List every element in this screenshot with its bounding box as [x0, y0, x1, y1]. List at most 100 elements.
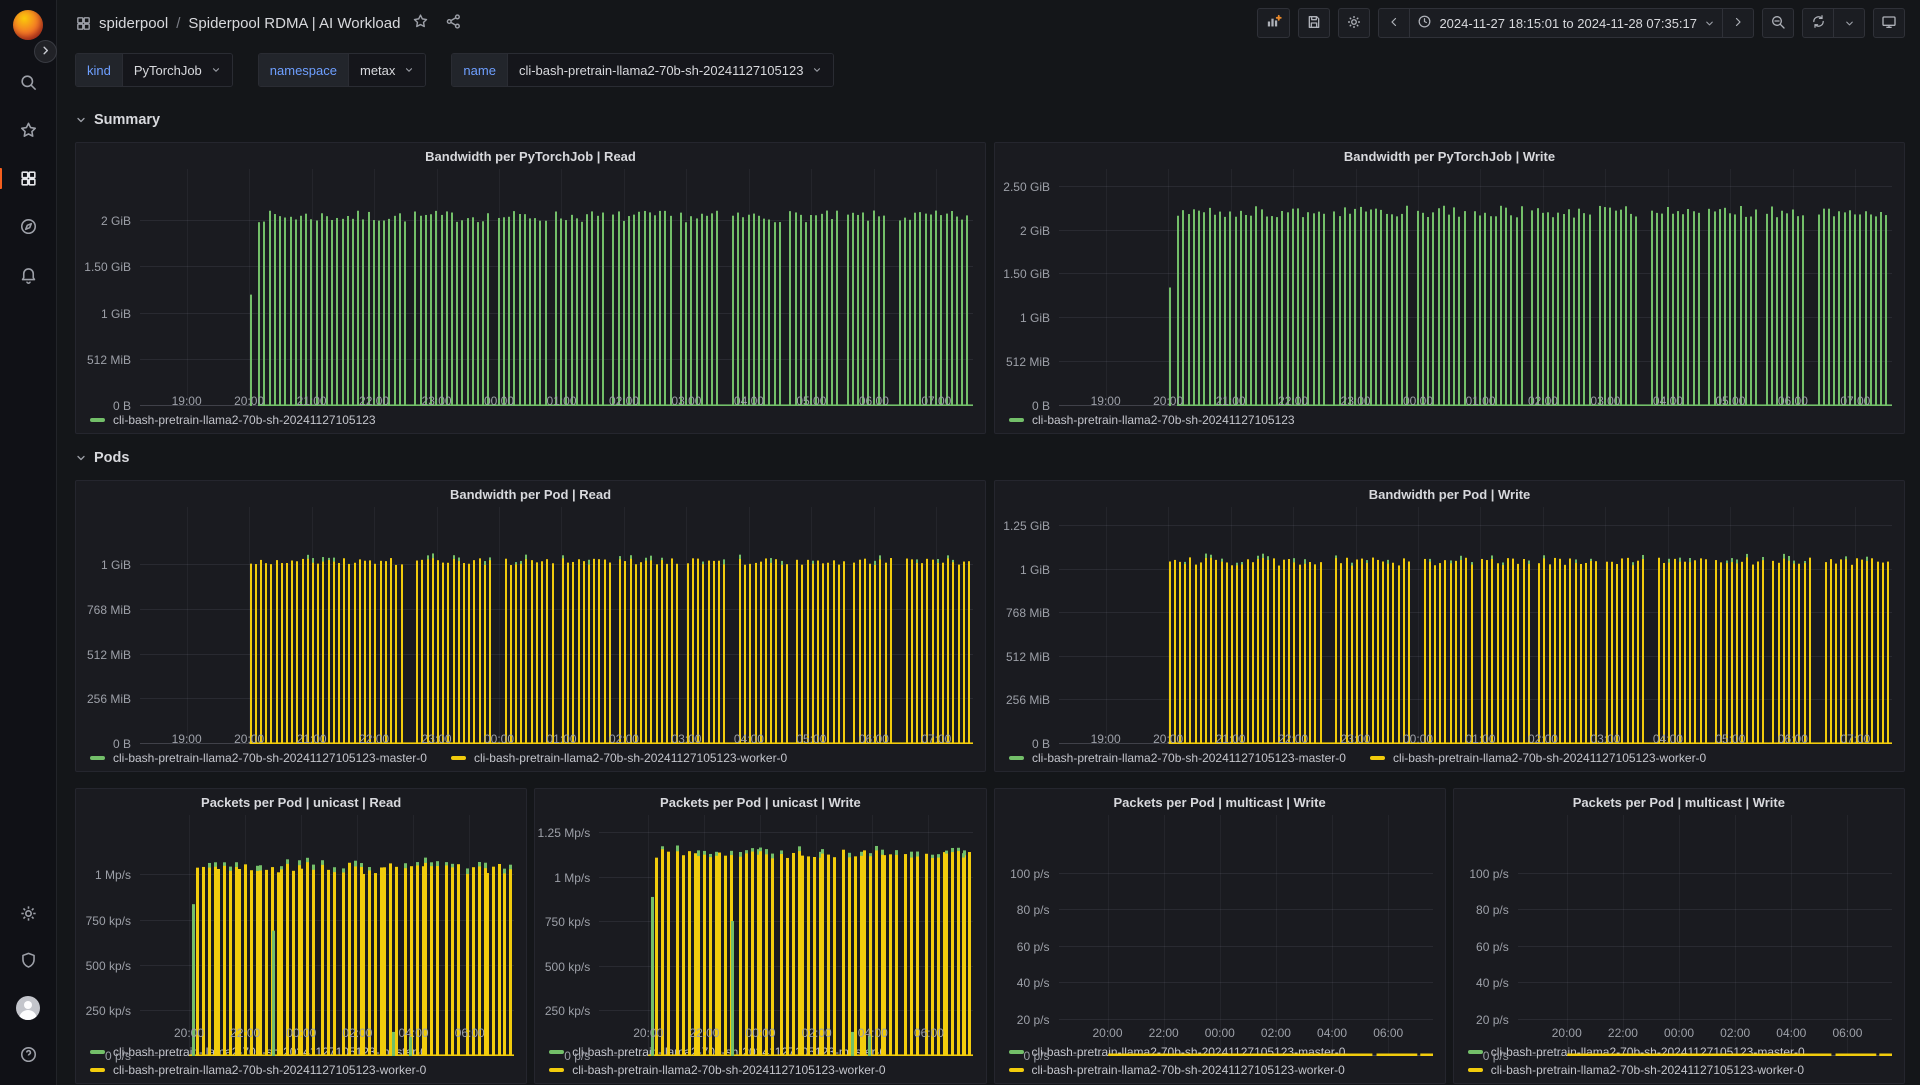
plot-area[interactable]	[140, 507, 973, 730]
chevron-down-icon	[75, 114, 87, 126]
x-axis: 20:0022:0000:0002:0004:0006:00	[1059, 1024, 1433, 1042]
legend-series-name: cli-bash-pretrain-llama2-70b-sh-20241127…	[1491, 1063, 1804, 1077]
legend-item[interactable]: cli-bash-pretrain-llama2-70b-sh-20241127…	[1468, 1063, 1804, 1077]
sidebar-item-help[interactable]	[12, 1038, 45, 1071]
legend-item[interactable]: cli-bash-pretrain-llama2-70b-sh-20241127…	[90, 1063, 426, 1077]
x-tick-label: 22:00	[1278, 732, 1308, 746]
legend-item[interactable]: cli-bash-pretrain-llama2-70b-sh-20241127…	[1370, 751, 1706, 765]
time-shift-forward-button[interactable]	[1722, 8, 1754, 38]
variable-kind-dropdown[interactable]: kind PyTorchJob	[75, 53, 233, 87]
star-dashboard-button[interactable]	[407, 10, 433, 36]
legend-item[interactable]: cli-bash-pretrain-llama2-70b-sh-20241127…	[1009, 751, 1346, 765]
legend-series-color	[1009, 1068, 1024, 1072]
y-tick-label: 1 GiB	[101, 307, 131, 321]
panel-title[interactable]: Packets per Pod | unicast | Read	[76, 789, 526, 815]
sidebar-item-profile[interactable]	[12, 991, 45, 1024]
x-tick-label: 20:00	[1552, 1026, 1582, 1040]
legend-item[interactable]: cli-bash-pretrain-llama2-70b-sh-20241127…	[549, 1063, 885, 1077]
x-tick-label: 22:00	[1608, 1026, 1638, 1040]
y-tick-label: 512 MiB	[87, 648, 131, 662]
sidebar-item-search[interactable]	[12, 66, 45, 99]
y-tick-label: 1.50 GiB	[1003, 267, 1050, 281]
panel-title[interactable]: Bandwidth per Pod | Write	[995, 481, 1904, 507]
plot-area[interactable]	[1059, 507, 1892, 730]
legend-item[interactable]: cli-bash-pretrain-llama2-70b-sh-20241127…	[90, 413, 376, 427]
zoom-out-time-button[interactable]	[1762, 8, 1794, 38]
plot-area[interactable]	[140, 815, 514, 1024]
panel-title[interactable]: Bandwidth per Pod | Read	[76, 481, 985, 507]
y-axis: 2 GiB1.50 GiB1 GiB512 MiB0 B	[76, 169, 140, 392]
sidebar-item-alerting[interactable]	[12, 258, 45, 291]
user-avatar	[15, 995, 41, 1021]
panel-title[interactable]: Packets per Pod | multicast | Write	[1454, 789, 1904, 815]
legend-item[interactable]: cli-bash-pretrain-llama2-70b-sh-20241127…	[1009, 1063, 1345, 1077]
y-tick-label: 40 p/s	[1476, 976, 1509, 990]
legend-series-name: cli-bash-pretrain-llama2-70b-sh-20241127…	[1393, 751, 1706, 765]
variable-namespace-dropdown[interactable]: namespace metax	[258, 53, 427, 87]
x-tick-label: 21:00	[1216, 394, 1246, 408]
x-tick-label: 06:00	[1778, 732, 1808, 746]
x-tick-label: 19:00	[1091, 394, 1121, 408]
sidebar-item-server-admin[interactable]	[12, 944, 45, 977]
legend-item[interactable]: cli-bash-pretrain-llama2-70b-sh-20241127…	[451, 751, 787, 765]
refresh-dashboard-button[interactable]	[1802, 8, 1834, 38]
plot-area[interactable]	[1059, 169, 1892, 392]
plot-area[interactable]	[1059, 815, 1433, 1024]
sidebar-item-explore[interactable]	[12, 210, 45, 243]
dashboard-settings-button[interactable]	[1338, 8, 1370, 38]
legend-item[interactable]: cli-bash-pretrain-llama2-70b-sh-20241127…	[90, 751, 427, 765]
y-tick-label: 0 p/s	[1023, 1049, 1049, 1063]
y-tick-label: 256 MiB	[1006, 693, 1050, 707]
save-dashboard-button[interactable]	[1298, 8, 1330, 38]
section-summary-toggle[interactable]: Summary	[75, 106, 1905, 134]
x-tick-label: 06:00	[914, 1026, 944, 1040]
pods-panels-row: Bandwidth per Pod | Read 1 GiB768 MiB512…	[75, 480, 1905, 772]
legend-series-name: cli-bash-pretrain-llama2-70b-sh-20241127…	[113, 751, 427, 765]
x-tick-label: 21:00	[297, 732, 327, 746]
panel-title[interactable]: Bandwidth per PyTorchJob | Read	[76, 143, 985, 169]
cycle-view-mode-button[interactable]	[1873, 8, 1905, 38]
add-visualization-button[interactable]	[1257, 8, 1290, 38]
panel-title[interactable]: Packets per Pod | unicast | Write	[535, 789, 985, 815]
x-tick-label: 00:00	[484, 732, 514, 746]
refresh-group	[1802, 8, 1865, 38]
variable-name-dropdown[interactable]: name cli-bash-pretrain-llama2-70b-sh-202…	[451, 53, 834, 87]
breadcrumb-folder[interactable]: spiderpool	[99, 15, 168, 32]
y-tick-label: 0 p/s	[1483, 1049, 1509, 1063]
x-tick-label: 22:00	[359, 732, 389, 746]
x-tick-label: 22:00	[689, 1026, 719, 1040]
refresh-interval-dropdown[interactable]	[1833, 8, 1865, 38]
section-pods-toggle[interactable]: Pods	[75, 444, 1905, 472]
time-shift-back-button[interactable]	[1378, 8, 1410, 38]
time-range-picker[interactable]: 2024-11-27 18:15:01 to 2024-11-28 07:35:…	[1409, 8, 1723, 38]
y-tick-label: 100 p/s	[1010, 867, 1049, 881]
sidebar-item-admin-settings[interactable]	[12, 897, 45, 930]
panel-title-text: Packets per Pod | unicast | Write	[660, 795, 861, 810]
plot-area[interactable]	[140, 169, 973, 392]
plot-area[interactable]	[599, 815, 973, 1024]
x-tick-label: 01:00	[1465, 732, 1495, 746]
y-tick-label: 0 p/s	[105, 1049, 131, 1063]
panel-title[interactable]: Packets per Pod | multicast | Write	[995, 789, 1445, 815]
x-tick-label: 05:00	[796, 732, 826, 746]
share-dashboard-button[interactable]	[440, 10, 466, 36]
grafana-logo[interactable]	[13, 10, 43, 40]
x-tick-label: 22:00	[1149, 1026, 1179, 1040]
sidebar	[0, 0, 57, 1085]
sidebar-expand-button[interactable]	[34, 40, 57, 63]
sidebar-item-dashboards[interactable]	[12, 162, 45, 195]
plot-area[interactable]	[1518, 815, 1892, 1024]
x-tick-label: 20:00	[174, 1026, 204, 1040]
panel-title[interactable]: Bandwidth per PyTorchJob | Write	[995, 143, 1904, 169]
y-tick-label: 500 kp/s	[86, 959, 131, 973]
x-axis: 20:0022:0000:0002:0004:0006:00	[599, 1024, 973, 1042]
legend-item[interactable]: cli-bash-pretrain-llama2-70b-sh-20241127…	[1009, 413, 1295, 427]
chevron-down-icon	[75, 452, 87, 464]
sidebar-item-starred[interactable]	[12, 114, 45, 147]
legend: cli-bash-pretrain-llama2-70b-sh-20241127…	[995, 410, 1904, 433]
chart-area: 2.50 GiB2 GiB1.50 GiB1 GiB512 MiB0 B	[995, 169, 1904, 392]
x-tick-label: 04:00	[1653, 732, 1683, 746]
legend-series-color	[1468, 1068, 1483, 1072]
dashboard-content: Summary Bandwidth per PyTorchJob | Read …	[57, 96, 1920, 1085]
chevron-right-icon	[40, 44, 51, 59]
